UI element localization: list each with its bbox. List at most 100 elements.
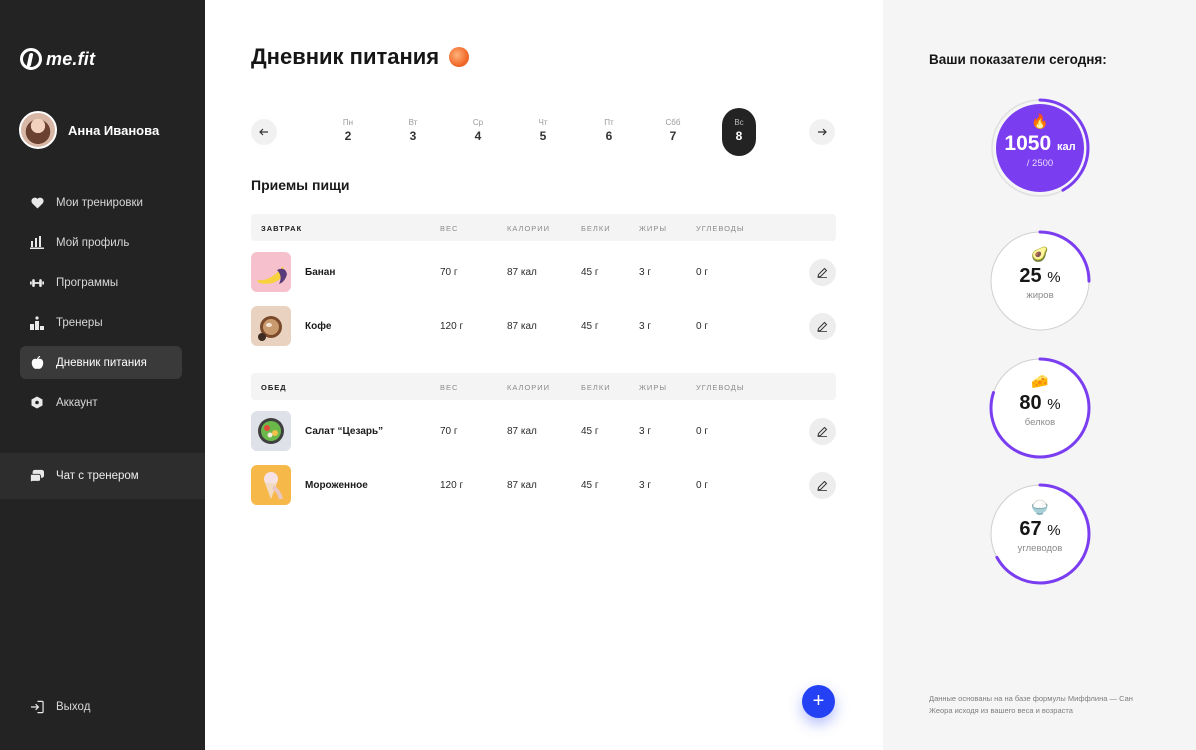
- day-name: Вс: [734, 118, 744, 127]
- app-logo[interactable]: me.fit: [20, 48, 95, 70]
- sidebar-item-programs[interactable]: Программы: [20, 266, 182, 299]
- meal-name: ЗАВТРАК: [261, 224, 303, 233]
- food-calories: 87 кал: [507, 426, 537, 437]
- cheese-icon: 🧀: [1031, 373, 1049, 389]
- protein-value: 80 %: [1019, 392, 1061, 414]
- next-week-button[interactable]: [809, 119, 835, 145]
- sidebar-nav: Мои тренировки Мой профиль Программы Тре…: [20, 186, 182, 426]
- day-name: Вт: [408, 118, 418, 127]
- chat-icon: [30, 469, 44, 483]
- salad-image: [251, 411, 291, 451]
- food-weight: 120 г: [440, 480, 464, 491]
- food-protein: 45 г: [581, 321, 599, 332]
- coffee-image: [251, 306, 291, 346]
- meal-header-lunch: ОБЕД ВЕС КАЛОРИИ БЕЛКИ ЖИРЫ УГЛЕВОДЫ: [251, 373, 836, 400]
- column-calories: КАЛОРИИ: [507, 383, 551, 392]
- food-weight: 70 г: [440, 426, 458, 437]
- edit-button[interactable]: [809, 472, 836, 499]
- edit-button[interactable]: [809, 418, 836, 445]
- edit-button[interactable]: [809, 313, 836, 340]
- sidebar-item-label: Мой профиль: [56, 236, 130, 249]
- sidebar-item-label: Программы: [56, 276, 119, 289]
- avocado-icon: 🥑: [1031, 246, 1049, 262]
- day-monday[interactable]: Пн 2: [331, 108, 365, 156]
- day-sunday[interactable]: Вс 8: [722, 108, 756, 156]
- sidebar-item-trainers[interactable]: Тренеры: [20, 306, 182, 339]
- food-fat: 3 г: [639, 480, 651, 491]
- add-food-button[interactable]: +: [802, 685, 835, 718]
- chat-label: Чат с тренером: [56, 470, 139, 482]
- food-weight: 70 г: [440, 267, 458, 278]
- food-row-coffee[interactable]: Кофе 120 г 87 кал 45 г 3 г 0 г: [251, 306, 836, 348]
- footnote: Данные основаны на на базе формулы Миффл…: [929, 694, 1133, 715]
- logout-icon: [30, 700, 44, 714]
- day-name: Пн: [342, 118, 354, 127]
- sidebar-item-food-diary[interactable]: Дневник питания: [20, 346, 182, 379]
- apple-icon: [30, 355, 44, 370]
- main-content: Дневник питания Пн 2 Вт 3 Ср 4 Чт 5 Пт 6…: [205, 0, 883, 750]
- meal-name: ОБЕД: [261, 383, 287, 392]
- day-number: 6: [605, 129, 613, 143]
- day-friday[interactable]: Пт 6: [592, 108, 626, 156]
- carbs-value: 67 %: [1019, 518, 1061, 540]
- food-protein: 45 г: [581, 480, 599, 491]
- arrow-left-icon: [259, 128, 268, 136]
- sidebar-item-account[interactable]: Аккаунт: [20, 386, 182, 419]
- sidebar-item-label: Аккаунт: [56, 396, 98, 409]
- fat-label: жиров: [1026, 290, 1054, 301]
- food-calories: 87 кал: [507, 267, 537, 278]
- section-title: Приемы пищи: [251, 177, 350, 193]
- food-name: Салат “Цезарь”: [305, 426, 384, 437]
- stats-panel: Ваши показатели сегодня: 🔥 1050 кал / 25…: [883, 0, 1196, 750]
- food-weight: 120 г: [440, 321, 464, 332]
- day-name: Пт: [604, 118, 614, 127]
- food-row-caesar-salad[interactable]: Салат “Цезарь” 70 г 87 кал 45 г 3 г 0 г: [251, 411, 836, 453]
- day-thursday[interactable]: Чт 5: [526, 108, 560, 156]
- column-protein: БЕЛКИ: [581, 383, 611, 392]
- pencil-icon: [817, 321, 828, 332]
- food-carbs: 0 г: [696, 267, 708, 278]
- food-calories: 87 кал: [507, 321, 537, 332]
- logout-label: Выход: [56, 701, 91, 713]
- meal-header-breakfast: ЗАВТРАК ВЕС КАЛОРИИ БЕЛКИ ЖИРЫ УГЛЕВОДЫ: [251, 214, 836, 241]
- user-profile[interactable]: Анна Иванова: [19, 111, 159, 149]
- food-calories: 87 кал: [507, 480, 537, 491]
- food-carbs: 0 г: [696, 426, 708, 437]
- fat-stat: 🥑 25 % жиров: [988, 229, 1092, 333]
- day-number: 8: [735, 129, 743, 143]
- fat-value: 25 %: [1019, 265, 1061, 287]
- logout-button[interactable]: Выход: [30, 700, 90, 714]
- sidebar-item-label: Мои тренировки: [56, 196, 143, 209]
- day-tuesday[interactable]: Вт 3: [396, 108, 430, 156]
- calories-stat: 🔥 1050 кал / 2500: [988, 96, 1092, 200]
- column-calories: КАЛОРИИ: [507, 224, 551, 233]
- food-row-banana[interactable]: Банан 70 г 87 кал 45 г 3 г 0 г: [251, 252, 836, 294]
- stats-title: Ваши показатели сегодня:: [929, 52, 1107, 67]
- chat-with-trainer-button[interactable]: Чат с тренером: [0, 453, 205, 499]
- column-carbs: УГЛЕВОДЫ: [696, 383, 745, 392]
- day-saturday[interactable]: Сбб 7: [656, 108, 690, 156]
- pencil-icon: [817, 426, 828, 437]
- prev-week-button[interactable]: [251, 119, 277, 145]
- column-weight: ВЕС: [440, 224, 459, 233]
- edit-button[interactable]: [809, 259, 836, 286]
- calories-value: 1050 кал: [1004, 132, 1076, 155]
- food-fat: 3 г: [639, 267, 651, 278]
- day-name: Чт: [538, 118, 548, 127]
- fire-icon: 🔥: [1031, 113, 1049, 129]
- page-title: Дневник питания: [251, 44, 470, 70]
- logo-text: me.fit: [46, 48, 96, 69]
- day-wednesday[interactable]: Ср 4: [461, 108, 495, 156]
- food-fat: 3 г: [639, 321, 651, 332]
- sidebar-item-profile[interactable]: Мой профиль: [20, 226, 182, 259]
- day-number: 5: [539, 129, 547, 143]
- sidebar-item-workouts[interactable]: Мои тренировки: [20, 186, 182, 219]
- day-number: 3: [409, 129, 417, 143]
- protein-stat: 🧀 80 % белков: [988, 356, 1092, 460]
- column-fat: ЖИРЫ: [639, 383, 667, 392]
- bar-chart-icon: [30, 236, 44, 250]
- food-row-ice-cream[interactable]: Мороженное 120 г 87 кал 45 г 3 г 0 г: [251, 465, 836, 507]
- dumbbell-icon: [30, 276, 44, 290]
- banana-image: [251, 252, 291, 292]
- food-name: Банан: [305, 267, 336, 278]
